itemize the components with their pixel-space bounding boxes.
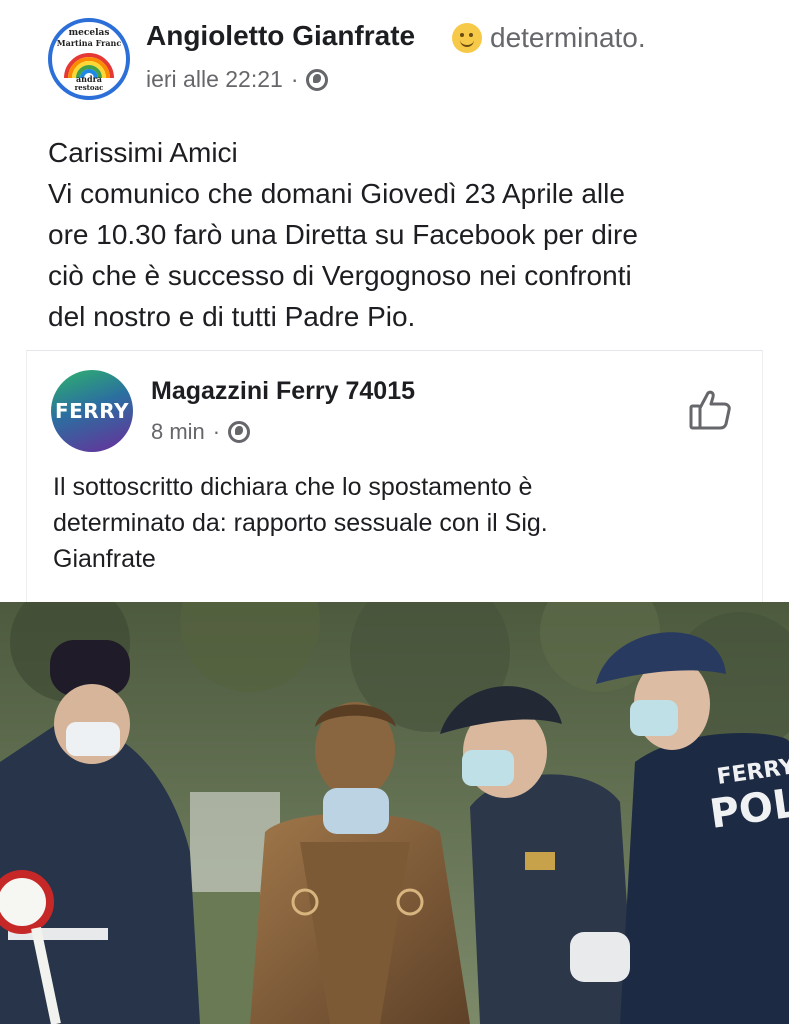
meta-separator: · [290, 66, 299, 92]
avatar-logo-text-2: Martina Franc [56, 38, 122, 48]
post-body-line: ciò che è successo di Vergognoso nei con… [48, 260, 632, 291]
post-body-line: Carissimi Amici [48, 137, 238, 168]
ferry-logo-text: FERRY [54, 399, 129, 423]
slightly-smiling-emoji-icon [452, 23, 482, 53]
post-timestamp[interactable]: ieri alle 22:21 [146, 66, 283, 93]
author-avatar[interactable]: mecelas Martina Franc andra restoac [48, 18, 130, 100]
shared-post-meta: 8 min · [151, 419, 251, 445]
thumbs-up-icon[interactable] [687, 387, 733, 433]
shared-author-name[interactable]: Magazzini Ferry 74015 [151, 377, 415, 406]
post-body-line: del nostro e di tutti Padre Pio. [48, 301, 416, 332]
post-header: mecelas Martina Franc andra restoac Angi… [0, 0, 789, 112]
shared-text-line: determinato da: rapporto sessuale con il… [53, 509, 548, 537]
post-meta: ieri alle 22:21 · [146, 66, 329, 93]
shared-post-card[interactable]: FERRY Magazzini Ferry 74015 8 min · Il s… [26, 350, 763, 602]
post-photo[interactable]: FERRY POLIZ [0, 602, 789, 1024]
avatar-logo-text-4: restoac [74, 83, 104, 92]
globe-icon[interactable] [306, 68, 329, 91]
post-body-line: Vi comunico che domani Giovedì 23 Aprile… [48, 178, 625, 209]
avatar-logo-text-1: mecelas [68, 28, 110, 38]
police-statue-photo: FERRY POLIZ [0, 602, 789, 1024]
shared-text-line: Gianfrate [53, 545, 156, 573]
feeling-label: determinato. [490, 22, 646, 53]
feeling-status: determinato. [452, 22, 646, 54]
post-author-name[interactable]: Angioletto Gianfrate [146, 20, 415, 52]
shared-post-text: Il sottoscritto dichiara che lo spostame… [53, 469, 548, 577]
shared-post-time[interactable]: 8 min [151, 419, 205, 445]
shared-meta-separator: · [212, 419, 221, 444]
globe-icon[interactable] [228, 421, 251, 443]
shared-author-avatar[interactable]: FERRY [51, 370, 133, 452]
shared-text-line: Il sottoscritto dichiara che lo spostame… [53, 473, 533, 501]
post-body-line: ore 10.30 farò una Diretta su Facebook p… [48, 219, 638, 250]
post-body-text: Carissimi Amici Vi comunico che domani G… [48, 132, 748, 337]
